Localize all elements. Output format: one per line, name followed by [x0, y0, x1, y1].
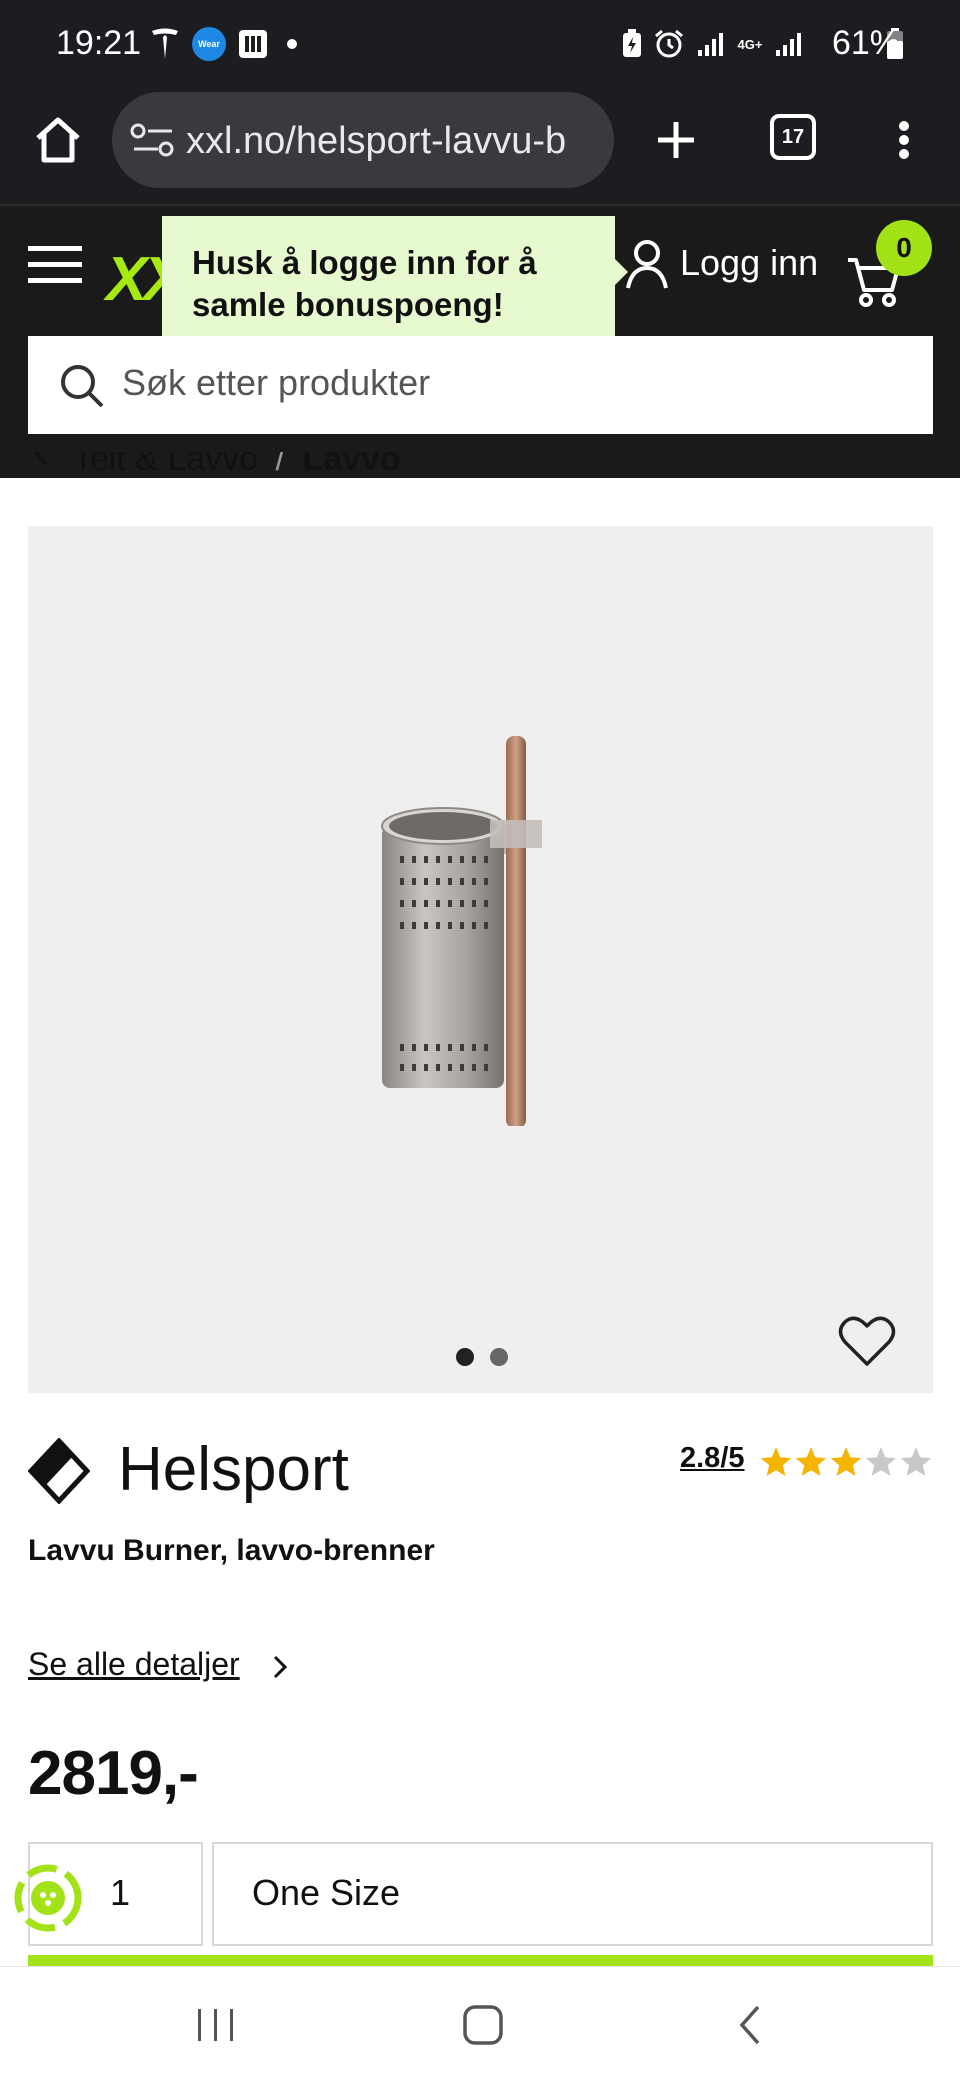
tesla-icon — [148, 24, 182, 64]
search-icon — [58, 362, 106, 415]
home-nav-button[interactable] — [458, 2003, 508, 2047]
wear-app-icon: Wear — [190, 24, 228, 64]
rating-star-3 — [830, 1447, 862, 1476]
recent-apps-button[interactable] — [186, 2005, 246, 2045]
url-text: xxl.no/helsport-lavvu-b — [186, 120, 567, 162]
plus-icon — [658, 122, 694, 158]
product-image — [381, 736, 542, 1126]
browser-menu-button[interactable] — [886, 108, 922, 172]
battery-saver-icon — [618, 24, 646, 64]
battery-icon — [884, 24, 906, 64]
status-bar: 19:21 Wear 4G+ 61% — [0, 0, 960, 88]
hamburger-icon — [28, 246, 82, 283]
product-title: Lavvu Burner, lavvo-brenner — [28, 1534, 435, 1567]
rating-star-1 — [760, 1447, 792, 1476]
carousel-dot-1[interactable] — [456, 1348, 474, 1366]
alarm-icon — [652, 24, 686, 64]
login-button[interactable] — [624, 236, 670, 292]
helsport-logo-icon[interactable] — [27, 1437, 91, 1505]
rating-link[interactable]: 2.8/5 — [680, 1442, 745, 1475]
recents-icon — [198, 2009, 233, 2041]
home-button[interactable] — [26, 108, 90, 172]
network-type-label: 4G+ — [737, 36, 763, 52]
heart-icon — [838, 1316, 896, 1366]
search-placeholder: Søk etter produkter — [122, 362, 431, 403]
more-notifications-dot-icon — [284, 24, 300, 64]
brand-name[interactable]: Helsport — [118, 1434, 349, 1505]
rating-stars — [760, 1446, 935, 1480]
quantity-value: 1 — [110, 1872, 131, 1913]
status-time: 19:21 — [56, 24, 142, 62]
rating-star-2 — [795, 1447, 827, 1476]
carousel-dot-2[interactable] — [490, 1348, 508, 1366]
chevron-right-icon[interactable] — [270, 1652, 290, 1687]
home-circle-icon — [463, 2005, 503, 2045]
signal-2-icon — [772, 24, 806, 64]
app-notification-icon — [236, 24, 270, 64]
cart-count-badge[interactable]: 0 — [876, 220, 932, 276]
breadcrumb-current: Lavvo — [302, 452, 401, 478]
breadcrumb-separator: / — [275, 452, 285, 478]
rating-star-5 — [900, 1447, 932, 1476]
favorite-button[interactable] — [838, 1314, 896, 1368]
menu-button[interactable] — [26, 238, 86, 292]
new-tab-button[interactable] — [644, 108, 708, 172]
search-input[interactable]: Søk etter produkter — [28, 336, 933, 434]
rating-star-4 — [865, 1447, 897, 1476]
see-all-details-link[interactable]: Se alle detaljer — [28, 1646, 240, 1683]
breadcrumb-parent[interactable]: Telt & Lavvo — [73, 452, 258, 478]
back-button[interactable] — [730, 2003, 770, 2047]
breadcrumb: Telt & Lavvo / Lavvo — [28, 452, 928, 492]
user-icon — [626, 240, 668, 289]
back-icon — [739, 2005, 760, 2045]
site-settings-icon[interactable] — [130, 122, 176, 163]
site-header: XX Husk å logge inn for å samle bonuspoe… — [0, 204, 960, 478]
wear-badge: Wear — [192, 27, 226, 61]
floating-widget-icon[interactable] — [14, 1864, 82, 1932]
address-bar[interactable]: xxl.no/helsport-lavvu-b — [112, 92, 614, 188]
more-vert-icon — [899, 121, 909, 159]
chevron-left-icon[interactable] — [28, 452, 64, 479]
size-value: One Size — [252, 1872, 401, 1913]
system-navigation-bar — [0, 1966, 960, 2080]
product-price: 2819,- — [28, 1739, 199, 1808]
home-icon — [36, 117, 80, 163]
tab-switcher-button[interactable]: 17 — [770, 114, 816, 160]
size-selector[interactable]: One Size — [212, 1842, 933, 1946]
product-image-carousel[interactable] — [28, 526, 933, 1393]
login-label[interactable]: Logg inn — [680, 242, 818, 284]
browser-toolbar: xxl.no/helsport-lavvu-b 17 — [0, 88, 960, 204]
login-reminder-tooltip: Husk å logge inn for å samle bonuspoeng! — [162, 216, 615, 356]
signal-1-icon — [694, 24, 728, 64]
